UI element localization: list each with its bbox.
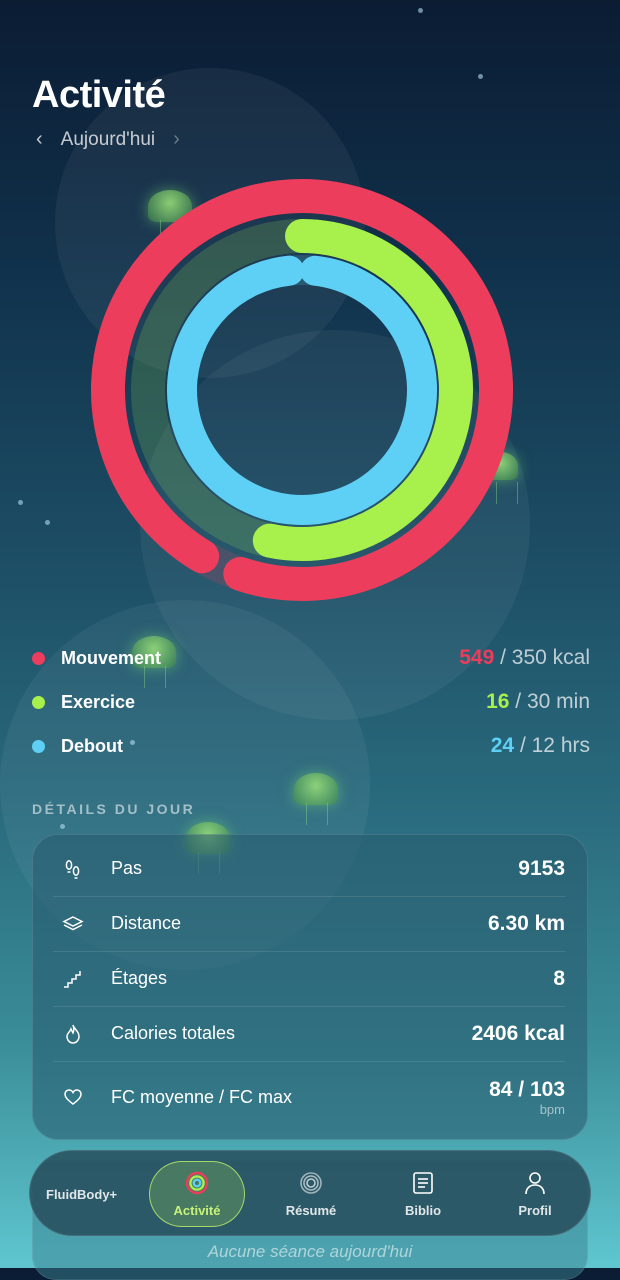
footprints-icon bbox=[53, 859, 93, 879]
flame-icon bbox=[53, 1024, 93, 1044]
detail-label: Pas bbox=[111, 858, 143, 878]
detail-row-calories: Calories totales 2406 kcal bbox=[53, 1006, 565, 1062]
brand-label: FluidBody+ bbox=[46, 1187, 118, 1202]
detail-value: 6.30 km bbox=[487, 911, 565, 935]
legend-value: 16 bbox=[486, 690, 510, 713]
tab-label: Résumé bbox=[285, 1202, 337, 1218]
detail-label: Distance bbox=[111, 913, 182, 933]
detail-row-floors: Étages 8 bbox=[53, 951, 565, 1007]
activity-rings-icon bbox=[185, 1171, 209, 1198]
detail-row-heart-rate: FC moyenne / FC max 84 / 103 bpm bbox=[53, 1061, 565, 1133]
activity-rings bbox=[90, 178, 513, 601]
background-particle bbox=[478, 74, 483, 79]
chevron-left-icon[interactable]: ‹ bbox=[36, 128, 43, 151]
detail-row-steps: Pas 9153 bbox=[53, 841, 565, 897]
detail-label: Étages bbox=[111, 968, 168, 988]
detail-value: 2406 kcal bbox=[471, 1021, 565, 1045]
background-particle bbox=[60, 824, 65, 829]
legend-label: Exercice bbox=[61, 691, 136, 712]
book-icon bbox=[412, 1171, 434, 1198]
person-icon bbox=[524, 1171, 546, 1198]
heart-icon bbox=[53, 1089, 93, 1105]
legend-goal: / 30 min bbox=[515, 690, 590, 713]
spiral-icon bbox=[299, 1171, 323, 1198]
detail-value: 84 / 103 bpm bbox=[489, 1078, 565, 1117]
tab-label: Activité bbox=[173, 1202, 221, 1218]
detail-row-distance: Distance 6.30 km bbox=[53, 896, 565, 952]
detail-value: 8 bbox=[553, 966, 565, 990]
stand-ring-progress bbox=[167, 255, 437, 525]
legend-goal: / 12 hrs bbox=[519, 734, 590, 757]
tab-biblio[interactable]: Biblio bbox=[375, 1161, 471, 1227]
detail-label: Calories totales bbox=[111, 1023, 236, 1043]
tab-activite[interactable]: Activité bbox=[149, 1161, 245, 1227]
layers-icon bbox=[53, 915, 93, 933]
background-particle bbox=[45, 520, 50, 525]
chevron-right-icon[interactable]: › bbox=[173, 128, 180, 151]
section-title: DÉTAILS DU JOUR bbox=[32, 801, 196, 817]
heart-rate-unit: bpm bbox=[539, 1101, 565, 1117]
tab-bar: FluidBody+ Activité Résumé Biblio Profil bbox=[29, 1150, 591, 1236]
tab-resume[interactable]: Résumé bbox=[263, 1161, 359, 1227]
move-dot-icon bbox=[32, 651, 45, 665]
detail-value: 9153 bbox=[518, 856, 565, 880]
detail-label: FC moyenne / FC max bbox=[111, 1086, 293, 1107]
page-title: Activité bbox=[32, 74, 166, 116]
heart-rate-value: 84 / 103 bbox=[489, 1077, 565, 1101]
legend-row-move: Mouvement 549 / 350 kcal bbox=[32, 646, 590, 670]
details-card: Pas 9153 Distance 6.30 km Étages 8 Calor… bbox=[32, 834, 588, 1140]
jellyfish-decoration bbox=[294, 773, 338, 825]
stand-dot-icon bbox=[32, 739, 45, 753]
legend-label: Debout bbox=[61, 735, 123, 756]
exercise-dot-icon bbox=[32, 695, 45, 709]
legend-label: Mouvement bbox=[61, 647, 162, 668]
legend-goal: / 350 kcal bbox=[500, 646, 590, 669]
legend-row-exercise: Exercice 16 / 30 min bbox=[32, 690, 590, 714]
date-navigator: ‹ Aujourd'hui › bbox=[36, 128, 180, 151]
background-particle bbox=[18, 500, 23, 505]
tab-label: Profil bbox=[518, 1202, 552, 1218]
date-label: Aujourd'hui bbox=[60, 128, 156, 150]
empty-sessions-text: Aucune séance aujourd'hui bbox=[207, 1242, 413, 1261]
legend-value: 24 bbox=[490, 734, 515, 757]
tab-label: Biblio bbox=[404, 1202, 442, 1218]
stairs-icon bbox=[53, 970, 93, 988]
legend-value: 549 bbox=[459, 646, 495, 669]
tab-profil[interactable]: Profil bbox=[487, 1161, 583, 1227]
background-particle bbox=[418, 8, 423, 13]
legend-row-stand: Debout 24 / 12 hrs bbox=[32, 734, 590, 758]
